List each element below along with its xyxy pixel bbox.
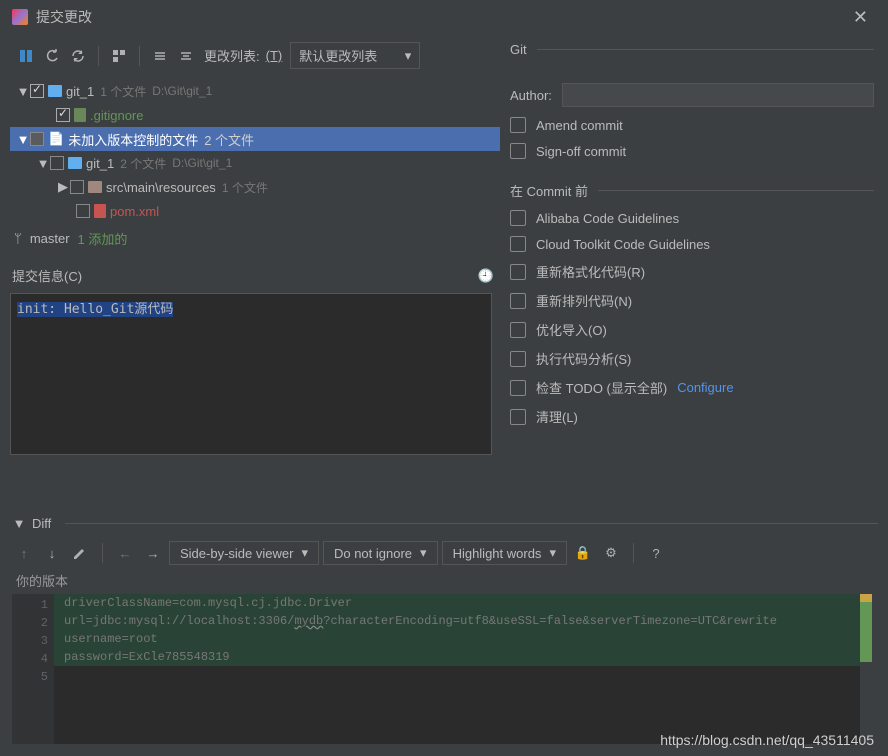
- forward-icon[interactable]: →: [141, 541, 165, 565]
- added-count: 1 添加的: [78, 229, 128, 248]
- close-icon[interactable]: ✕: [845, 3, 876, 32]
- code-line: [54, 666, 860, 684]
- check-rearrange[interactable]: [510, 293, 526, 309]
- edit-diff-icon[interactable]: [68, 541, 92, 565]
- amend-label: Amend commit: [536, 118, 623, 133]
- folder-icon: [68, 157, 82, 169]
- file-icon: [74, 108, 86, 122]
- signoff-checkbox[interactable]: [510, 143, 526, 159]
- checkbox[interactable]: [70, 180, 84, 194]
- chevron-down-icon: ▾: [405, 48, 412, 64]
- chevron-down-icon[interactable]: ▼: [36, 156, 50, 171]
- signoff-label: Sign-off commit: [536, 144, 626, 159]
- check-cleanup[interactable]: [510, 409, 526, 425]
- expand-icon[interactable]: [148, 44, 172, 68]
- branch-name: master: [30, 231, 70, 246]
- changelist-dropdown-label: 默认更改列表: [299, 46, 377, 65]
- gear-icon[interactable]: ⚙: [599, 541, 623, 565]
- changes-tree: ▼ git_1 1 个文件 D:\Git\git_1 .gitignore ▼ …: [10, 79, 500, 223]
- checkbox[interactable]: [30, 84, 44, 98]
- git-section-header: Git: [510, 42, 874, 57]
- diff-toolbar: ↑ ↓ ← → Side-by-side viewer▾ Do not igno…: [12, 535, 878, 567]
- gutter: 12345: [12, 594, 54, 744]
- check-cloudtoolkit[interactable]: [510, 236, 526, 252]
- checkbox[interactable]: [56, 108, 70, 122]
- folder-icon: [88, 181, 102, 193]
- changelist-dropdown[interactable]: 默认更改列表 ▾: [290, 42, 420, 69]
- diff-viewer: 12345 driverClassName=com.mysql.cj.jdbc.…: [12, 594, 872, 744]
- help-icon[interactable]: ?: [644, 541, 668, 565]
- file-icon: [94, 204, 106, 218]
- branch-row: ᛘ master 1 添加的: [10, 223, 500, 254]
- next-diff-icon[interactable]: ↓: [40, 541, 64, 565]
- chevron-down-icon: ▾: [549, 545, 556, 561]
- highlight-dropdown[interactable]: Highlight words▾: [442, 541, 567, 565]
- code-pane[interactable]: driverClassName=com.mysql.cj.jdbc.Driver…: [54, 594, 860, 744]
- history-icon[interactable]: 🕘: [478, 268, 494, 284]
- folder-icon: [48, 85, 62, 97]
- collapse-icon[interactable]: [174, 44, 198, 68]
- commit-msg-label: 提交信息(C): [12, 266, 82, 285]
- revert-icon[interactable]: [40, 44, 64, 68]
- code-line: url=jdbc:mysql://localhost:3306/mydb?cha…: [54, 612, 860, 630]
- chevron-down-icon: ▾: [301, 545, 308, 561]
- author-input[interactable]: [562, 83, 874, 107]
- back-icon[interactable]: ←: [113, 541, 137, 565]
- tree-file-gitignore[interactable]: .gitignore: [10, 103, 500, 127]
- branch-icon: ᛘ: [14, 231, 22, 246]
- ignore-dropdown[interactable]: Do not ignore▾: [323, 541, 438, 565]
- show-diff-icon[interactable]: [14, 44, 38, 68]
- checkbox[interactable]: [30, 132, 44, 146]
- chevron-down-icon[interactable]: ▼: [16, 84, 30, 99]
- checkbox[interactable]: [76, 204, 90, 218]
- author-label: Author:: [510, 88, 552, 103]
- check-reformat[interactable]: [510, 264, 526, 280]
- group-icon[interactable]: [107, 44, 131, 68]
- chevron-down-icon[interactable]: ▼: [16, 132, 30, 147]
- lock-icon[interactable]: 🔒: [571, 541, 595, 565]
- app-icon: [12, 9, 28, 25]
- diff-section-header[interactable]: ▼ Diff: [12, 512, 878, 535]
- commit-message-input[interactable]: init: Hello_Git源代码: [10, 293, 492, 455]
- check-todo[interactable]: [510, 380, 526, 396]
- refresh-icon[interactable]: [66, 44, 90, 68]
- check-analyze[interactable]: [510, 351, 526, 367]
- before-commit-header: 在 Commit 前: [510, 181, 874, 200]
- check-optimize[interactable]: [510, 322, 526, 338]
- watermark: https://blog.csdn.net/qq_43511405: [660, 732, 874, 748]
- your-version-label: 你的版本: [12, 567, 878, 592]
- unversioned-icon: 📄: [48, 131, 64, 147]
- tree-unversioned[interactable]: ▼ 📄 未加入版本控制的文件 2 个文件: [10, 127, 500, 151]
- tree-root[interactable]: ▼ git_1 1 个文件 D:\Git\git_1: [10, 79, 500, 103]
- changelist-key: (T): [266, 48, 283, 63]
- tree-file-pom[interactable]: pom.xml: [10, 199, 500, 223]
- tree-sub[interactable]: ▼ git_1 2 个文件 D:\Git\git_1: [10, 151, 500, 175]
- changelist-label: 更改列表:: [204, 46, 260, 65]
- diff-label: Diff: [32, 516, 51, 531]
- changes-toolbar: 更改列表: (T) 默认更改列表 ▾: [10, 40, 500, 75]
- code-line: username=root: [54, 630, 860, 648]
- checkbox[interactable]: [50, 156, 64, 170]
- code-line: password=ExCle785548319: [54, 648, 860, 666]
- configure-link[interactable]: Configure: [677, 380, 733, 395]
- viewer-mode-dropdown[interactable]: Side-by-side viewer▾: [169, 541, 319, 565]
- prev-diff-icon[interactable]: ↑: [12, 541, 36, 565]
- tree-res[interactable]: ▶ src\main\resources 1 个文件: [10, 175, 500, 199]
- window-title: 提交更改: [36, 7, 845, 27]
- chevron-down-icon: ▾: [420, 545, 427, 561]
- minimap[interactable]: [860, 594, 872, 744]
- amend-checkbox[interactable]: [510, 117, 526, 133]
- code-line: driverClassName=com.mysql.cj.jdbc.Driver: [54, 594, 860, 612]
- chevron-down-icon[interactable]: ▼: [12, 516, 26, 531]
- check-alibaba[interactable]: [510, 210, 526, 226]
- chevron-right-icon[interactable]: ▶: [56, 179, 70, 195]
